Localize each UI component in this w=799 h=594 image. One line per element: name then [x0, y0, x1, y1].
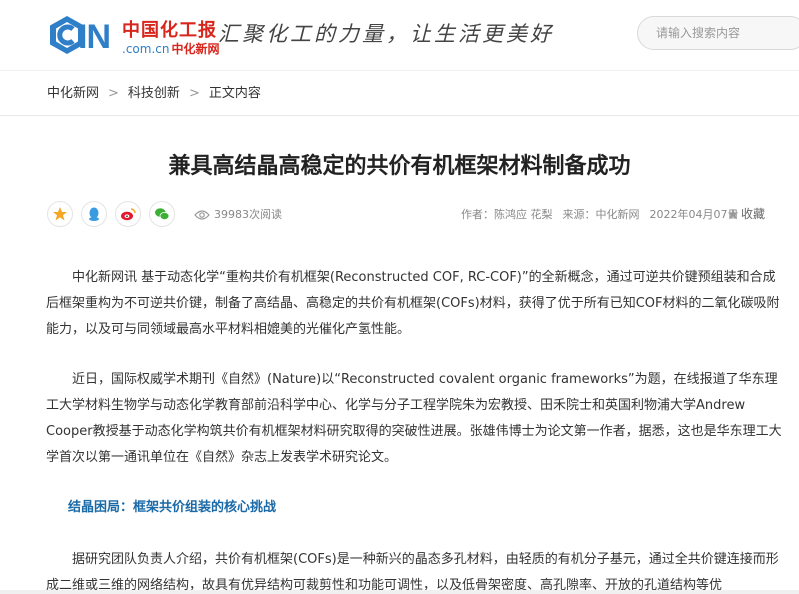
eye-icon — [194, 210, 210, 220]
page: IN 中国化工报 .com.cn中化新网 汇聚化工的力量，让生活更美好 中化新网… — [0, 0, 799, 594]
favorite-button[interactable]: 收藏 — [727, 205, 765, 222]
article-source: 来源：中化新网 — [562, 208, 640, 221]
article-paragraph: 据研究团队负责人介绍，共价有机框架(COFs)是一种新兴的晶态多孔材料，由轻质的… — [46, 552, 779, 593]
share-weibo-button[interactable] — [115, 201, 141, 227]
article-subheading: 结晶困局：框架共价组装的核心挑战 — [68, 500, 277, 515]
breadcrumb-divider — [0, 115, 799, 116]
view-count: 39983次阅读 — [194, 206, 282, 222]
breadcrumb-category-link[interactable]: 科技创新 — [128, 86, 180, 101]
article-paragraph: 中化新网讯 基于动态化学“重构共价有机框架(Reconstructed COF,… — [46, 270, 780, 337]
breadcrumb-separator: > — [108, 86, 119, 101]
site-slogan: 汇聚化工的力量，让生活更美好 — [218, 22, 554, 46]
breadcrumb-home-link[interactable]: 中化新网 — [47, 86, 99, 101]
article-author: 作者：陈鸿应 花梨 — [461, 208, 553, 221]
share-qq-button[interactable] — [81, 201, 107, 227]
logo-chinese-name: 中国化工报 — [122, 20, 217, 41]
view-count-text: 39983次阅读 — [214, 208, 282, 221]
header-divider — [0, 70, 799, 71]
search-input[interactable] — [654, 25, 798, 41]
weibo-icon — [121, 208, 136, 221]
site-header: IN 中国化工报 .com.cn 中化新网 汇聚化工的力量，让生活更美好 — [0, 0, 799, 70]
article-date: 2022年04月07日 — [649, 208, 739, 221]
page-bottom-edge — [0, 590, 799, 594]
qq-icon — [89, 207, 99, 221]
logo-subtitle: .com.cn 中化新网 — [122, 40, 219, 57]
share-favorite-button[interactable] — [47, 201, 73, 227]
article-paragraph: 近日，国际权威学术期刊《自然》(Nature)以“Reconstructed c… — [46, 372, 782, 465]
article-body: 中化新网讯 基于动态化学“重构共价有机框架(Reconstructed COF,… — [46, 265, 786, 594]
star-icon — [727, 208, 739, 219]
article-meta: 作者：陈鸿应 花梨 来源：中化新网 2022年04月07日 — [461, 206, 749, 222]
breadcrumb-current: 正文内容 — [208, 86, 261, 101]
wechat-icon — [155, 208, 170, 220]
logo-letters: IN — [78, 18, 111, 56]
logo-site-name: 中化新网 — [171, 42, 220, 56]
logo-domain: .com.cn — [122, 42, 170, 56]
breadcrumb: 中化新网 > 科技创新 > 正文内容 — [47, 82, 261, 101]
site-logo[interactable]: IN 中国化工报 .com.cn 中化新网 — [46, 12, 219, 58]
share-wechat-button[interactable] — [149, 201, 175, 227]
article-title: 兼具高结晶高稳定的共价有机框架材料制备成功 — [168, 154, 631, 179]
search-box[interactable] — [637, 16, 799, 50]
breadcrumb-separator: > — [188, 86, 200, 101]
favorite-label: 收藏 — [741, 207, 766, 221]
star-icon — [53, 207, 67, 221]
